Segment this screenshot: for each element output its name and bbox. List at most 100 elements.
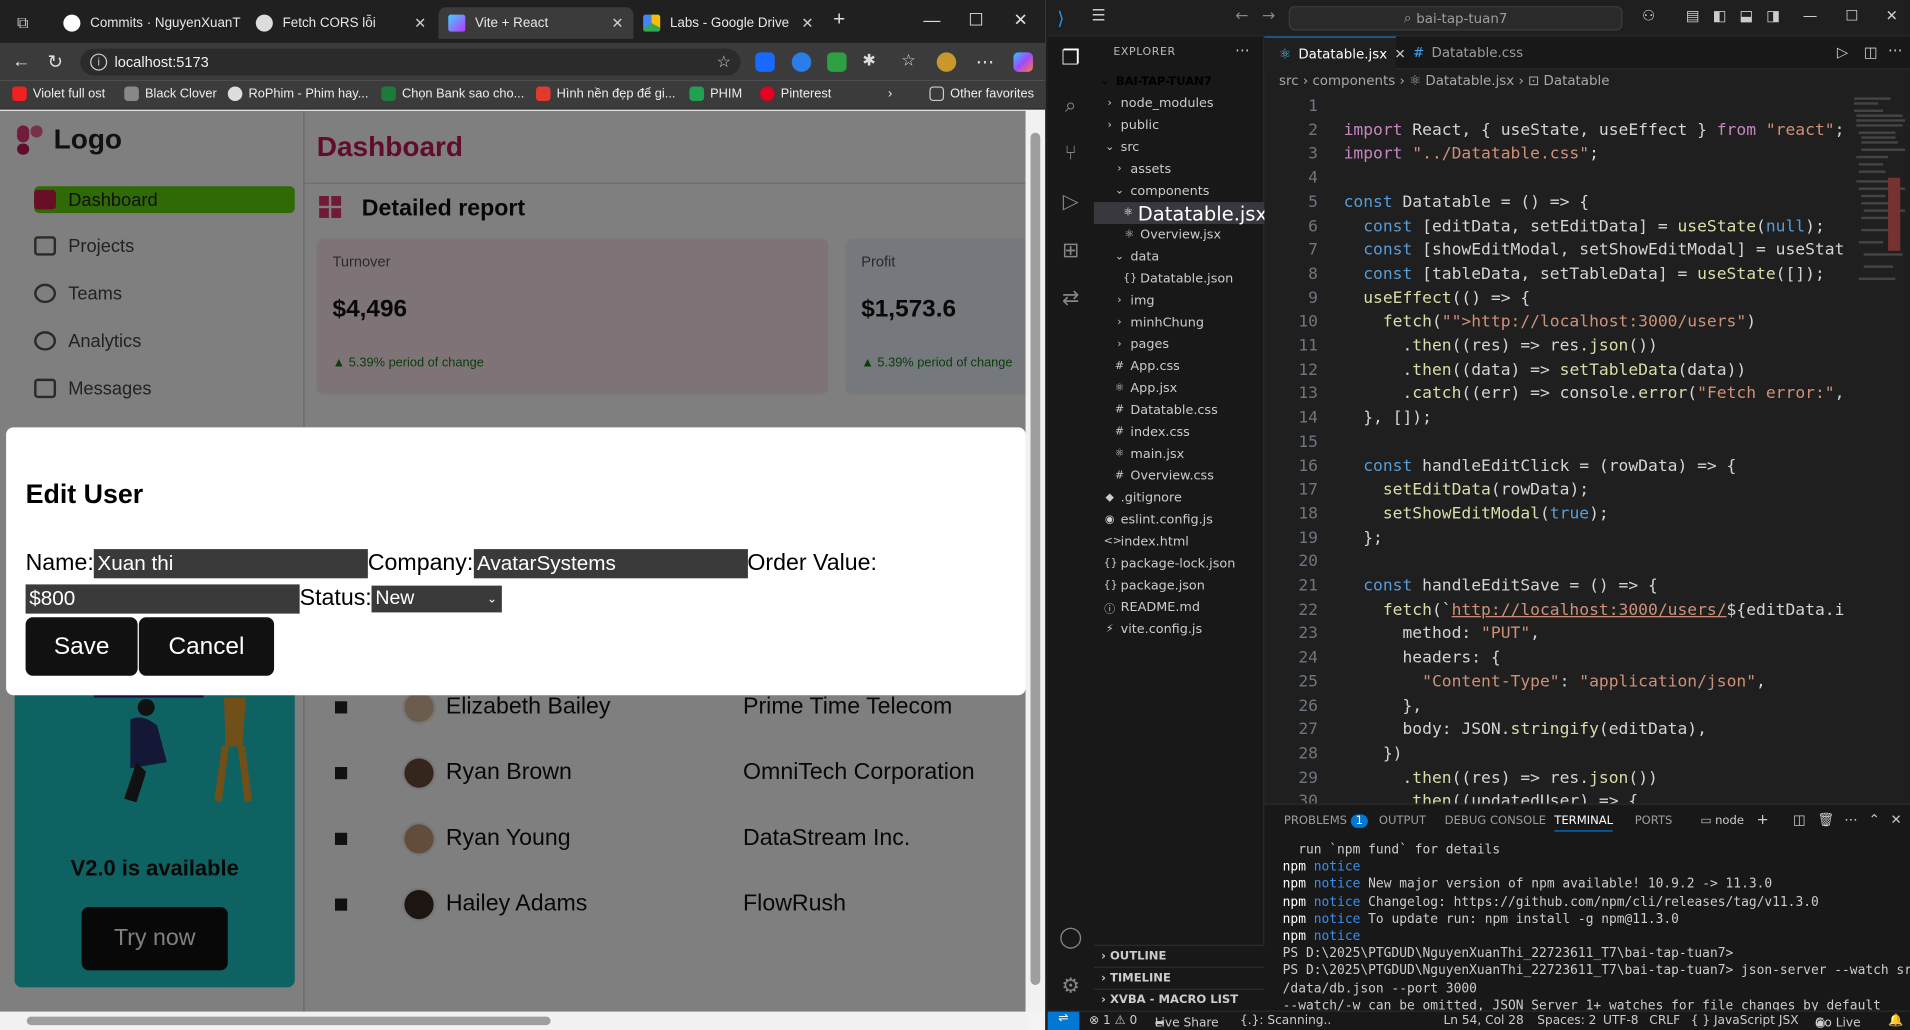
back-icon[interactable]: ← xyxy=(1235,7,1248,25)
code-line[interactable]: .catch((err) => console.error("Fetch err… xyxy=(1344,383,1844,407)
code-line[interactable]: .then((res) => res.json()) xyxy=(1344,767,1657,791)
save-button[interactable]: Save xyxy=(25,617,138,676)
more-actions-icon[interactable]: ⋯ xyxy=(1888,41,1903,58)
tree-item[interactable]: ⚛ Datatable.jsx xyxy=(1093,201,1267,225)
tree-item[interactable]: # index.css xyxy=(1094,421,1190,443)
tab-fetch-cors[interactable]: Fetch CORS lỗi ✕ xyxy=(246,7,436,39)
copilot-icon[interactable]: ⚇ xyxy=(1642,7,1655,24)
code-line[interactable]: const [editData, setEditData] = useState… xyxy=(1344,215,1825,239)
tree-item[interactable]: ⚛ App.jsx xyxy=(1094,377,1178,399)
run-icon[interactable]: ▷ xyxy=(1837,44,1848,61)
notifications-icon[interactable]: 🔔 xyxy=(1888,1014,1903,1027)
toggle-secondary-sidebar-icon[interactable]: ◨ xyxy=(1766,7,1780,24)
url-field[interactable]: i localhost:5173 ☆ xyxy=(80,48,741,76)
remote-icon[interactable]: ⇄ xyxy=(1059,286,1083,310)
code-line[interactable]: import React, { useState, useEffect } fr… xyxy=(1344,119,1845,143)
code-line[interactable]: method: "PUT", xyxy=(1344,623,1540,647)
tree-item[interactable]: ⌄ src xyxy=(1094,136,1139,158)
tab-vite-react[interactable]: Vite + React ✕ xyxy=(438,7,634,39)
tree-item[interactable]: ⌄ components xyxy=(1094,180,1210,202)
tab-datatable-jsx[interactable]: ⚛ Datatable.jsx ✕ xyxy=(1264,36,1406,70)
tree-item[interactable]: › node_modules xyxy=(1094,93,1213,115)
code-line[interactable]: .then((data) => setTableData(data)) xyxy=(1344,359,1746,383)
code-line[interactable]: }, []); xyxy=(1344,407,1432,431)
shield-icon[interactable] xyxy=(827,52,847,72)
close-window-icon[interactable]: ✕ xyxy=(1013,10,1027,31)
terminal-output[interactable]: run `npm fund` for details npm notice npm … xyxy=(1283,841,1910,1014)
tree-item[interactable]: › assets xyxy=(1094,158,1171,180)
code-line[interactable]: const handleEditSave = () => { xyxy=(1344,575,1658,599)
tab-datatable-css[interactable]: # Datatable.css xyxy=(1398,37,1532,70)
minimap[interactable] xyxy=(1852,95,1910,351)
maximize-icon[interactable]: ☐ xyxy=(968,10,983,31)
settings-gear-icon[interactable]: ⚙ xyxy=(1059,974,1083,998)
code-line[interactable]: .then((res) => res.json()) xyxy=(1344,335,1657,359)
tree-item[interactable]: <> index.html xyxy=(1094,531,1189,553)
code-line[interactable]: const handleEditClick = (rowData) => { xyxy=(1344,455,1736,479)
new-tab-icon[interactable]: + xyxy=(833,7,845,31)
bookmark-item[interactable]: Pinterest xyxy=(760,86,831,102)
code-line[interactable]: import "../Datatable.css"; xyxy=(1344,143,1599,167)
other-favorites[interactable]: Other favorites xyxy=(929,86,1034,102)
code-line[interactable]: }; xyxy=(1344,527,1383,551)
name-input[interactable]: Xuan thi xyxy=(93,549,368,579)
code-line[interactable]: body: JSON.stringify(editData), xyxy=(1344,719,1706,743)
code-line[interactable]: headers: { xyxy=(1344,647,1500,671)
scroll-thumb[interactable] xyxy=(26,1016,551,1026)
tree-item[interactable]: ◉ eslint.config.js xyxy=(1094,509,1213,531)
tree-item[interactable]: › img xyxy=(1094,290,1154,312)
more-icon[interactable]: ⋯ xyxy=(976,51,994,73)
breadcrumb[interactable]: src › components › ⚛ Datatable.jsx › ⊡ D… xyxy=(1279,73,1609,89)
forward-icon[interactable]: → xyxy=(1262,7,1275,25)
workspaces-icon[interactable]: ⧉ xyxy=(12,7,44,39)
tab-google-drive[interactable]: Labs - Google Drive ✕ xyxy=(633,7,823,39)
tree-item[interactable]: ◆ .gitignore xyxy=(1094,487,1181,509)
tree-item[interactable]: # Overview.css xyxy=(1094,465,1214,487)
scroll-thumb[interactable] xyxy=(1030,132,1041,985)
tab-terminal[interactable]: TERMINAL xyxy=(1554,815,1614,832)
trash-icon[interactable]: 🗑 xyxy=(1817,812,1834,828)
remote-indicator-icon[interactable]: ⇌ xyxy=(1047,1011,1080,1030)
indentation[interactable]: Spaces: 2 xyxy=(1537,1014,1596,1027)
tab-output[interactable]: OUTPUT xyxy=(1379,815,1426,828)
tab-problems[interactable]: PROBLEMS 1 xyxy=(1284,814,1368,828)
code-line[interactable]: fetch(`http://localhost:3000/users/${edi… xyxy=(1344,599,1845,623)
bookmark-item[interactable]: Violet full ost xyxy=(12,86,105,102)
code-line[interactable]: const Datatable = () => { xyxy=(1344,191,1590,215)
site-info-icon[interactable]: i xyxy=(90,53,108,71)
order-value-input[interactable]: $800 xyxy=(25,584,300,614)
status-select[interactable]: New ⌄ xyxy=(371,585,503,613)
close-tab-icon[interactable]: ✕ xyxy=(794,15,813,32)
toggle-sidebar-icon[interactable]: ◧ xyxy=(1713,7,1727,24)
tab-ports[interactable]: PORTS xyxy=(1635,815,1673,828)
line-ending[interactable]: CRLF xyxy=(1649,1014,1680,1027)
language-mode[interactable]: { } JavaScript JSX xyxy=(1691,1014,1799,1027)
split-editor-icon[interactable]: ◫ xyxy=(1864,44,1878,61)
tree-item[interactable]: › minhChung xyxy=(1094,312,1204,334)
account-icon[interactable]: ◯ xyxy=(1059,925,1083,949)
bookmark-item[interactable]: Hình nền đẹp để gi... xyxy=(535,86,675,102)
extension-icon[interactable] xyxy=(791,52,812,72)
search-icon[interactable]: ⌕ xyxy=(1059,94,1083,118)
code-line[interactable]: }, xyxy=(1344,695,1422,719)
tree-item[interactable]: {} Datatable.json xyxy=(1094,268,1233,290)
tree-item[interactable]: › pages xyxy=(1094,334,1169,356)
minimize-icon[interactable]: — xyxy=(1803,7,1818,24)
extension-icon[interactable] xyxy=(755,52,775,72)
close-tab-icon[interactable]: ✕ xyxy=(407,15,426,32)
run-debug-icon[interactable]: ▷ xyxy=(1059,190,1083,214)
tree-item[interactable]: ⚡ vite.config.js xyxy=(1094,618,1202,640)
minimize-icon[interactable]: — xyxy=(923,10,940,29)
tree-item[interactable]: ⌄ data xyxy=(1094,246,1159,268)
vertical-scrollbar[interactable] xyxy=(1025,110,1046,1012)
code-line[interactable]: }) xyxy=(1344,743,1403,767)
timeline-section[interactable]: › TIMELINE xyxy=(1093,966,1265,989)
maximize-panel-icon[interactable]: ⌃ xyxy=(1869,812,1880,828)
bookmark-item[interactable]: PHIM xyxy=(689,86,742,102)
code-line[interactable]: const [showEditModal, setShowEditModal] … xyxy=(1344,239,1844,263)
company-input[interactable]: AvatarSystems xyxy=(473,549,748,579)
bookmark-item[interactable]: Black Clover xyxy=(124,86,217,102)
avatar[interactable] xyxy=(936,52,957,72)
project-root[interactable]: ⌄ BAI-TAP-TUAN7 xyxy=(1099,71,1212,93)
problems-status[interactable]: ⊗ 1 ⚠ 0 xyxy=(1089,1014,1137,1027)
